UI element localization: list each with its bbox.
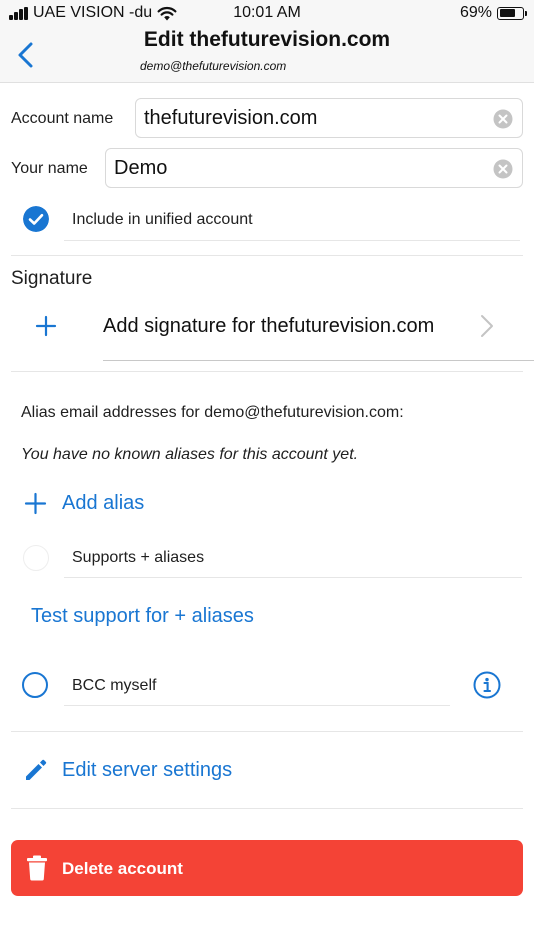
divider	[64, 705, 450, 706]
trash-icon	[27, 855, 47, 881]
battery-percent: 69%	[459, 4, 492, 21]
radio-icon[interactable]	[22, 672, 48, 698]
clear-icon[interactable]	[493, 109, 513, 129]
page-title: Edit thefuturevision.com	[143, 28, 391, 51]
divider	[11, 255, 523, 256]
divider	[103, 360, 534, 361]
check-circle-icon[interactable]	[23, 206, 49, 232]
delete-account-button[interactable]: Delete account	[11, 840, 523, 896]
test-aliases-button[interactable]: Test support for + aliases	[31, 605, 254, 628]
chevron-right-icon	[481, 315, 493, 337]
info-icon[interactable]	[473, 671, 501, 699]
navigation-bar: Edit thefuturevision.com demo@thefuturev…	[0, 28, 534, 83]
your-name-label: Your name	[11, 160, 88, 177]
divider	[11, 371, 523, 372]
alias-empty-message: You have no known aliases for this accou…	[21, 446, 359, 463]
divider	[11, 731, 523, 732]
status-time: 10:01 AM	[233, 4, 301, 21]
status-right: 69%	[459, 4, 527, 22]
divider	[64, 240, 520, 241]
plus-icon[interactable]	[35, 315, 57, 337]
status-bar: UAE VISION -du 10:01 AM 69%	[0, 0, 534, 28]
add-alias-button[interactable]: Add alias	[62, 492, 144, 515]
radio-icon[interactable]	[23, 545, 49, 571]
add-signature-button[interactable]: Add signature for thefuturevision.com	[103, 315, 434, 338]
battery-fill	[499, 9, 515, 17]
account-name-label: Account name	[11, 110, 114, 127]
your-name-value: Demo	[114, 157, 168, 179]
edit-server-settings-button[interactable]: Edit server settings	[62, 759, 232, 782]
signature-section-title: Signature	[11, 268, 93, 289]
supports-aliases-label: Supports + aliases	[72, 549, 205, 566]
bcc-myself-label: BCC myself	[72, 677, 157, 694]
unified-account-label: Include in unified account	[72, 211, 253, 228]
account-name-value: thefuturevision.com	[144, 107, 318, 129]
account-name-field[interactable]: thefuturevision.com	[135, 98, 523, 138]
clear-icon[interactable]	[493, 159, 513, 179]
battery-icon	[497, 6, 527, 20]
page-subtitle: demo@thefuturevision.com	[140, 59, 287, 73]
delete-account-label: Delete account	[62, 859, 183, 878]
divider	[64, 577, 522, 578]
divider	[11, 808, 523, 809]
plus-icon[interactable]	[24, 492, 47, 515]
pencil-icon[interactable]	[23, 757, 49, 783]
your-name-field[interactable]: Demo	[105, 148, 523, 188]
alias-header: Alias email addresses for demo@thefuture…	[21, 404, 404, 421]
